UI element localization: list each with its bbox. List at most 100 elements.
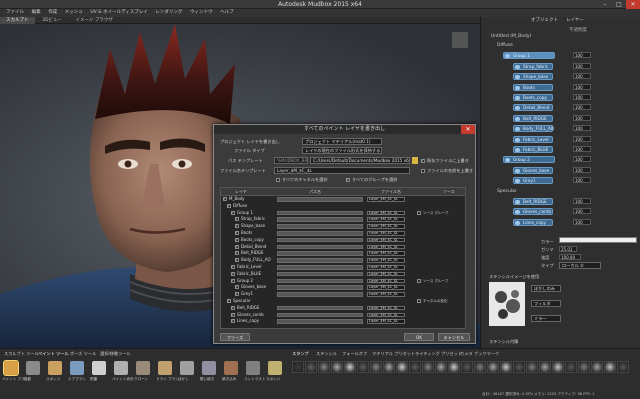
layer-opacity-field[interactable]: 100 xyxy=(573,166,591,173)
path-field[interactable] xyxy=(277,237,363,243)
tool-icon[interactable] xyxy=(136,361,150,375)
panel-tab-objects[interactable]: オブジェクト xyxy=(531,17,558,25)
channel-header[interactable]: Specular xyxy=(497,188,517,196)
stamp-thumbnail[interactable] xyxy=(552,361,564,373)
stamp-thumbnail[interactable] xyxy=(461,361,473,373)
stamp-thumbnail[interactable] xyxy=(292,361,304,373)
stamp-thumbnail[interactable] xyxy=(305,361,317,373)
stamp-thumbnail[interactable] xyxy=(357,361,369,373)
cancel-button[interactable]: キャンセル xyxy=(438,333,470,341)
path-field[interactable] xyxy=(277,258,363,263)
shelf-tab-paint[interactable]: ペイント ツール xyxy=(38,351,69,357)
ok-button[interactable]: OK xyxy=(404,333,434,341)
path-field[interactable] xyxy=(277,244,363,250)
table-row[interactable]: Fabric_BLUE Layer_$M_$C_$L xyxy=(221,271,465,277)
row-checkbox[interactable] xyxy=(231,271,235,277)
menu-file[interactable]: ファイル xyxy=(6,9,24,17)
row-checkbox[interactable] xyxy=(235,230,239,236)
layer-opacity-field[interactable]: 100 xyxy=(573,94,591,100)
tool-icon[interactable] xyxy=(48,361,62,375)
dialog-close-button[interactable]: ✕ xyxy=(461,125,475,134)
filename-dropdown[interactable]: Layer_$M_$C_$L xyxy=(367,278,405,284)
layer-opacity-field[interactable]: 100 xyxy=(573,73,591,80)
stamp-thumbnail[interactable] xyxy=(422,361,434,373)
row-checkbox[interactable] xyxy=(231,278,235,284)
layer-node[interactable]: Boots_copy xyxy=(513,94,553,101)
stamp-tab-falloff[interactable]: フォールオフ xyxy=(342,351,367,357)
filename-dropdown[interactable]: Layer_$M_$C_$L xyxy=(367,224,405,229)
tool-icon[interactable] xyxy=(26,361,40,375)
stencil-shortcut-header[interactable]: ステンシル付属 xyxy=(489,339,518,345)
path-field[interactable] xyxy=(277,210,363,216)
opacity-field[interactable]: 100.00 xyxy=(559,254,581,260)
stamp-thumbnail[interactable] xyxy=(331,361,343,373)
filename-dropdown[interactable]: Layer_$M_$C_$L xyxy=(367,251,405,256)
path-field[interactable] xyxy=(277,224,363,229)
filename-dropdown[interactable]: Layer_$M_$C_$L xyxy=(367,265,405,270)
path-field[interactable] xyxy=(277,305,363,311)
layer-node[interactable]: Belt_RIDGE xyxy=(513,114,553,122)
stencil-header[interactable]: ステンシルイメージを使用 xyxy=(489,274,539,280)
layer-node[interactable]: Body_FULL_AO xyxy=(513,125,554,133)
row-checkbox[interactable] xyxy=(235,223,239,229)
tree-root[interactable]: Untitled (M_Body) xyxy=(491,33,531,41)
path-field[interactable] xyxy=(277,278,363,284)
minimize-button[interactable]: – xyxy=(598,0,612,9)
layer-node[interactable]: Shape_base xyxy=(513,73,553,81)
shelf-tab-pose[interactable]: ポーズ ツール xyxy=(70,351,96,357)
layer-opacity-field[interactable]: 100 xyxy=(573,135,591,142)
filename-dropdown[interactable]: Layer_$M_$C_$L xyxy=(367,319,405,324)
tool-icon[interactable] xyxy=(268,361,282,375)
layer-opacity-field[interactable]: 100 xyxy=(573,125,591,132)
layer-node[interactable]: Gloves_comb xyxy=(513,208,553,216)
stencil-preview[interactable] xyxy=(489,282,525,326)
layer-opacity-field[interactable]: 100 xyxy=(573,83,591,90)
stamp-thumbnail[interactable] xyxy=(578,361,590,373)
type-dropdown[interactable]: ローカル ① xyxy=(559,262,601,269)
select-channels-checkbox[interactable] xyxy=(276,178,280,182)
row-checkbox[interactable] xyxy=(227,203,231,209)
layer-node[interactable]: Lines_copy xyxy=(513,218,553,226)
tool-icon[interactable] xyxy=(3,360,19,376)
table-row[interactable]: Boots_copy Layer_$M_$C_$L xyxy=(221,237,465,243)
table-row[interactable]: Belt_RIDGE Layer_$M_$C_$L xyxy=(221,305,465,311)
channel-header[interactable]: Diffuse xyxy=(497,42,513,50)
tool-icon[interactable] xyxy=(92,361,106,375)
file-type-dropdown[interactable]: レイヤの現在のファイル形式を保持する xyxy=(302,147,382,154)
shelf-tab-sculpt[interactable]: スカルプト ツール xyxy=(4,351,39,357)
path-field[interactable] xyxy=(277,217,363,222)
filename-dropdown[interactable]: Layer_$M_$C_$L xyxy=(367,292,405,297)
filename-dropdown[interactable]: Layer_$M_$C_$L xyxy=(367,217,405,222)
source-checkbox[interactable] xyxy=(417,299,421,303)
overwrite-checkbox[interactable] xyxy=(421,158,425,163)
tool-icon[interactable] xyxy=(246,361,260,375)
menu-mesh[interactable]: メッシュ xyxy=(65,9,83,17)
row-checkbox[interactable] xyxy=(231,318,235,324)
layer-node[interactable]: Grey1 xyxy=(513,177,553,185)
stamp-thumbnail[interactable] xyxy=(383,361,395,373)
stamp-thumbnail[interactable] xyxy=(409,361,421,373)
path-field[interactable] xyxy=(277,292,363,297)
row-checkbox[interactable] xyxy=(227,298,231,304)
stamp-tab-stamp[interactable]: スタンプ xyxy=(292,351,309,357)
rename-checkbox[interactable] xyxy=(421,169,425,173)
source-checkbox[interactable] xyxy=(417,210,421,215)
layer-opacity-field[interactable]: 100 xyxy=(573,177,591,184)
layer-opacity-field[interactable]: 100 xyxy=(573,104,591,111)
menu-uv[interactable]: UV & ホイールディスプレイ xyxy=(90,9,147,17)
row-checkbox[interactable] xyxy=(235,244,239,250)
filename-dropdown[interactable]: Layer_$M_$C_$L xyxy=(367,285,405,290)
freeze-button[interactable]: フリーズ xyxy=(220,333,250,341)
row-checkbox[interactable] xyxy=(235,257,239,263)
close-window-button[interactable]: ✕ xyxy=(626,0,640,9)
layer-node[interactable]: Fabric_Level xyxy=(513,135,553,143)
table-row[interactable]: Grey1 Layer_$M_$C_$L xyxy=(221,291,465,297)
tab-sculpt[interactable]: スカルプト xyxy=(0,17,35,24)
layer-node[interactable]: Group 1 xyxy=(503,52,555,60)
layer-node[interactable]: Fabric_BLUE xyxy=(513,146,553,153)
tool-icon[interactable] xyxy=(202,361,216,375)
layer-opacity-field[interactable]: 100 xyxy=(573,156,591,163)
row-checkbox[interactable] xyxy=(235,284,239,290)
stencil-field-3[interactable]: ミラー xyxy=(531,315,561,322)
row-checkbox[interactable] xyxy=(223,196,227,202)
